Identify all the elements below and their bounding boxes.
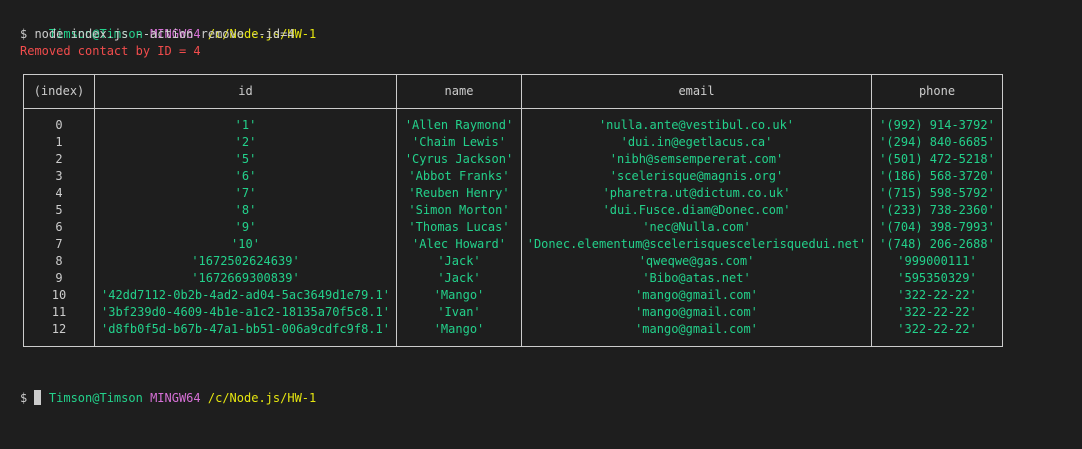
cell-index: 2 (55, 152, 63, 166)
cell-name: 'Jack' (437, 271, 481, 285)
cell-id: '5' (234, 152, 257, 166)
cell-email: 'scelerisque@magnis.org' (609, 169, 784, 183)
column-index: (index) 0 1 2 3 4 5 6 7 8 9 10 11 12 (24, 75, 94, 346)
input-line[interactable]: $ (20, 390, 42, 407)
cell-phone: '(233) 738-2360' (879, 203, 995, 217)
prompt-path: /c/Node.js/HW-1 (207, 391, 317, 405)
cell-email: 'dui.in@egetlacus.ca' (620, 135, 773, 149)
cell-index: 9 (55, 271, 63, 285)
cell-index: 11 (51, 305, 67, 319)
cell-email: 'nulla.ante@vestibul.co.uk' (598, 118, 795, 132)
input-prompt: $ (20, 391, 35, 405)
prompt-user: Timson@Timson (48, 391, 143, 405)
cell-name: 'Jack' (437, 254, 481, 268)
cell-index: 8 (55, 254, 63, 268)
cell-index: 12 (51, 322, 67, 336)
header-index: (index) (24, 75, 94, 109)
cell-email: 'pharetra.ut@dictum.co.uk' (602, 186, 791, 200)
cell-phone: '(992) 914-3792' (879, 118, 995, 132)
cell-id: 'd8fb0f5d-b67b-47a1-bb51-006a9cdfc9f8.1' (101, 322, 390, 336)
cell-name: 'Chaim Lewis' (412, 135, 506, 149)
cell-index: 6 (55, 220, 63, 234)
cell-name: 'Alec Howard' (412, 237, 506, 251)
header-name: name (397, 75, 521, 109)
text-cursor (34, 390, 42, 405)
cell-id: '6' (234, 169, 257, 183)
cell-id: '1' (234, 118, 257, 132)
terminal-window[interactable]: Timson@Timson MINGW64 /c/Node.js/HW-1 $ … (0, 0, 1082, 449)
cell-id: '10' (231, 237, 260, 251)
cell-email: 'mango@gmail.com' (635, 322, 758, 336)
header-email: email (522, 75, 871, 109)
cell-email: 'dui.Fusce.diam@Donec.com' (602, 203, 791, 217)
cell-id: '1672502624639' (191, 254, 300, 268)
cell-name: 'Cyrus Jackson' (404, 152, 514, 166)
cell-phone: '322-22-22' (897, 322, 977, 336)
cell-email: 'Bibo@atas.net' (642, 271, 751, 285)
cell-email: 'Donec.elementum@scelerisquescelerisqued… (526, 237, 867, 251)
cell-email: 'qweqwe@gas.com' (638, 254, 755, 268)
cell-id: '3bf239d0-4609-4b1e-a1c2-18135a70f5c8.1' (101, 305, 390, 319)
cell-name: 'Mango' (433, 288, 485, 302)
column-name: name 'Allen Raymond' 'Chaim Lewis' 'Cyrus … (396, 75, 521, 346)
cell-id: '8' (234, 203, 257, 217)
cell-name: 'Simon Morton' (408, 203, 510, 217)
cell-name: 'Reuben Henry' (408, 186, 510, 200)
cell-index: 5 (55, 203, 63, 217)
cell-phone: '999000111' (897, 254, 977, 268)
cell-phone: '(704) 398-7993' (879, 220, 995, 234)
cell-email: 'mango@gmail.com' (635, 305, 758, 319)
prompt-line-1: Timson@Timson MINGW64 /c/Node.js/HW-1 (20, 9, 316, 41)
cell-name: 'Allen Raymond' (404, 118, 514, 132)
command-line: $ node index.js --action remove --id=4 (20, 27, 295, 41)
column-email: email 'nulla.ante@vestibul.co.uk' 'dui.in… (521, 75, 871, 346)
cell-phone: '595350329' (897, 271, 977, 285)
cell-index: 3 (55, 169, 63, 183)
column-id: id '1' '2' '5' '6' '7' '8' '9' '10' '16725026246… (94, 75, 396, 346)
column-phone: phone '(992) 914-3792' '(294) 840-6685' '(… (871, 75, 1002, 346)
cell-phone: '(294) 840-6685' (879, 135, 995, 149)
prompt-line-2: Timson@Timson MINGW64 /c/Node.js/HW-1 (20, 373, 316, 405)
console-table: (index) 0 1 2 3 4 5 6 7 8 9 10 11 12 id '1' '2' '5' '6'… (23, 74, 1003, 347)
cell-index: 7 (55, 237, 63, 251)
cell-phone: '(715) 598-5792' (879, 186, 995, 200)
prompt-system: MINGW64 (150, 391, 201, 405)
cell-name: 'Abbot Franks' (408, 169, 510, 183)
cell-id: '7' (234, 186, 257, 200)
header-id: id (95, 75, 396, 109)
cell-index: 1 (55, 135, 63, 149)
cell-index: 4 (55, 186, 63, 200)
cell-name: 'Mango' (433, 322, 485, 336)
cell-email: 'nec@Nulla.com' (642, 220, 751, 234)
cell-phone: '(501) 472-5218' (879, 152, 995, 166)
cell-email: 'mango@gmail.com' (635, 288, 758, 302)
cell-id: '2' (234, 135, 257, 149)
cell-id: '42dd7112-0b2b-4ad2-ad04-5ac3649d1e79.1' (101, 288, 390, 302)
cell-phone: '322-22-22' (897, 305, 977, 319)
cell-phone: '322-22-22' (897, 288, 977, 302)
cell-id: '1672669300839' (191, 271, 300, 285)
output-message: Removed contact by ID = 4 (20, 44, 201, 58)
cell-index: 0 (55, 118, 63, 132)
cell-phone: '(748) 206-2688' (879, 237, 995, 251)
cell-email: 'nibh@semsempererat.com' (609, 152, 784, 166)
cell-id: '9' (234, 220, 257, 234)
cell-name: 'Ivan' (437, 305, 481, 319)
cell-name: 'Thomas Lucas' (408, 220, 510, 234)
header-phone: phone (872, 75, 1002, 109)
cell-phone: '(186) 568-3720' (879, 169, 995, 183)
cell-index: 10 (51, 288, 67, 302)
